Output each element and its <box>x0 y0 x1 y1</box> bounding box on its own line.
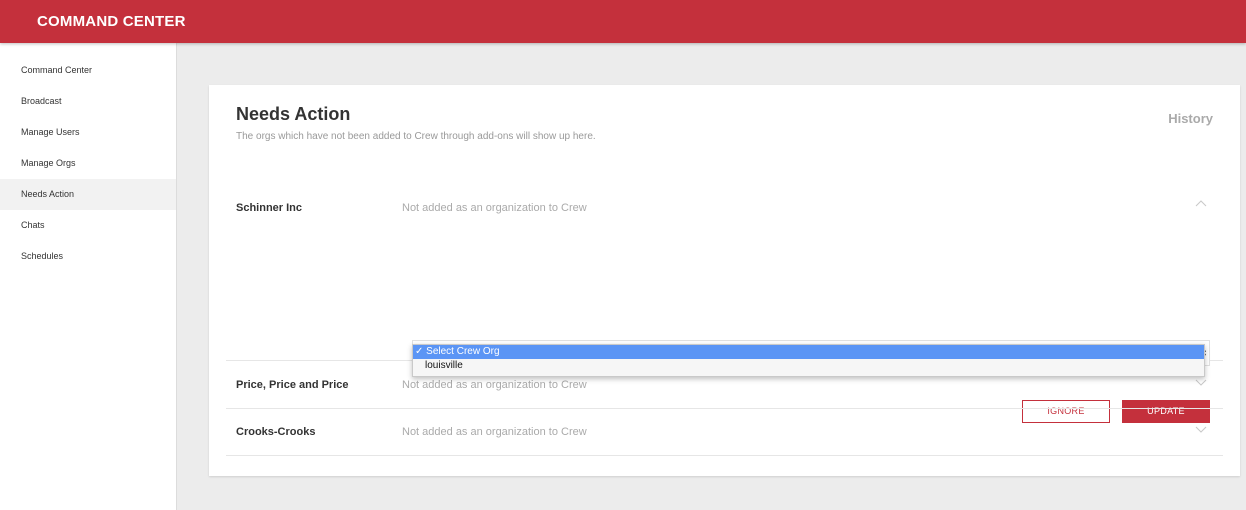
sidebar: Command Center Broadcast Manage Users Ma… <box>0 43 177 510</box>
sidebar-item-manage-orgs[interactable]: Manage Orgs <box>0 148 176 179</box>
chevron-down-icon[interactable] <box>1195 423 1207 435</box>
sidebar-item-needs-action[interactable]: Needs Action <box>0 179 176 210</box>
crew-org-dropdown-list: ✓ Select Crew Org louisville <box>412 344 1205 377</box>
chevron-up-icon[interactable] <box>1195 198 1207 210</box>
org-row-schinner-inc: Schinner Inc Not added as an organizatio… <box>226 185 1223 423</box>
org-name: Crooks-Crooks <box>236 426 316 438</box>
needs-action-card: Needs Action The orgs which have not bee… <box>209 85 1240 476</box>
org-name: Price, Price and Price <box>236 379 349 391</box>
org-status: Not added as an organization to Crew <box>402 202 587 214</box>
org-status: Not added as an organization to Crew <box>402 379 587 391</box>
org-row-crooks-crooks[interactable]: Crooks-Crooks Not added as an organizati… <box>226 409 1223 456</box>
org-name: Schinner Inc <box>236 202 303 214</box>
sidebar-item-broadcast[interactable]: Broadcast <box>0 86 176 117</box>
dropdown-option[interactable]: ✓ Select Crew Org <box>413 345 1204 359</box>
sidebar-item-manage-users[interactable]: Manage Users <box>0 117 176 148</box>
chevron-down-icon[interactable] <box>1195 376 1207 388</box>
page-title: Needs Action <box>236 104 351 124</box>
top-bar: COMMAND CENTER <box>0 0 1246 43</box>
dropdown-option[interactable]: louisville <box>413 359 1204 373</box>
page-subtitle: The orgs which have not been added to Cr… <box>236 131 596 142</box>
sidebar-item-chats[interactable]: Chats <box>0 210 176 241</box>
history-link[interactable]: History <box>1168 111 1213 126</box>
sidebar-item-command-center[interactable]: Command Center <box>0 55 176 86</box>
sidebar-item-schedules[interactable]: Schedules <box>0 241 176 272</box>
app-title[interactable]: COMMAND CENTER <box>37 13 186 30</box>
org-status: Not added as an organization to Crew <box>402 426 587 438</box>
